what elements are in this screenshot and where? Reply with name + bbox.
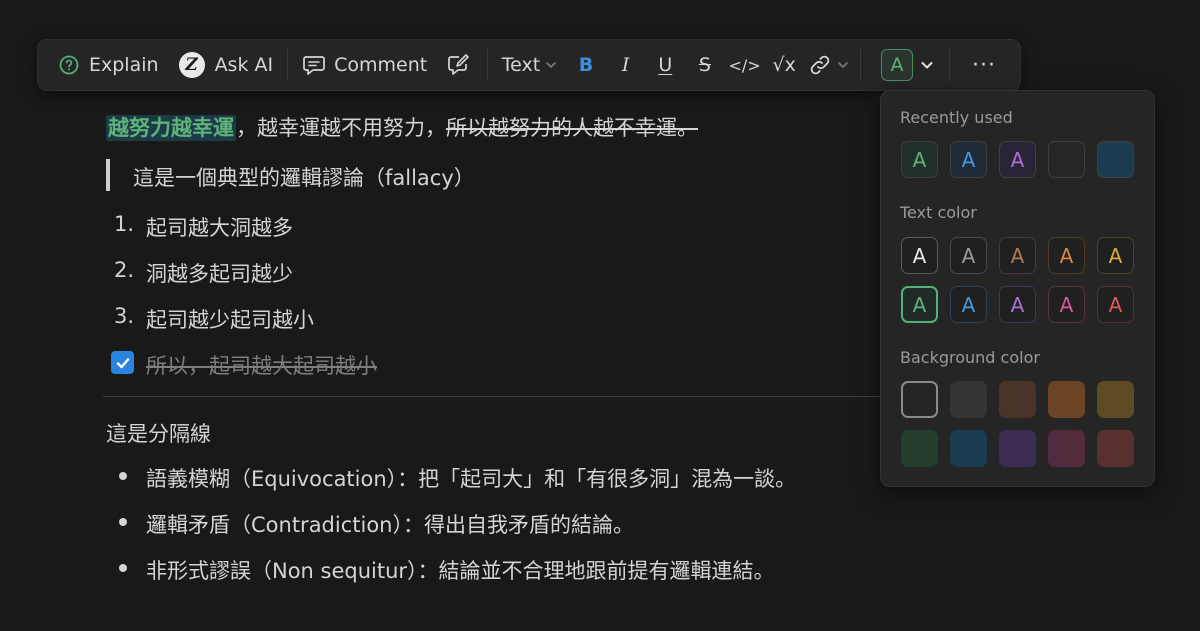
bullet-item-2[interactable]: 邏輯矛盾（Contradiction）：得出自我矛盾的結論。 <box>146 509 634 539</box>
recent-color-swatch[interactable] <box>1048 141 1085 178</box>
strikethrough-text[interactable]: 所以越努力的人越不幸運。 <box>446 116 698 140</box>
background-color-swatch[interactable] <box>901 430 938 467</box>
background-color-heading: Background color <box>900 348 1040 367</box>
bullet-item-1[interactable]: 語義模糊（Equivocation）：把「起司大」和「有很多洞」混為一談。 <box>146 463 796 493</box>
comment-label: Comment <box>334 54 428 76</box>
background-color-swatch[interactable] <box>1048 381 1085 418</box>
text-color-preview: A <box>880 49 913 81</box>
math-button[interactable]: √x <box>766 47 802 83</box>
text-color-swatch[interactable]: A <box>1048 286 1085 323</box>
ordered-list-item-2[interactable]: 洞越多起司越少 <box>146 258 293 288</box>
recent-color-swatch[interactable] <box>1097 141 1134 178</box>
recently-used-heading: Recently used <box>900 108 1013 127</box>
formatting-toolbar: Explain Z Ask AI Comment Text B I U S </… <box>37 39 1021 91</box>
background-color-swatch[interactable] <box>1097 381 1134 418</box>
background-color-swatch[interactable] <box>1097 430 1134 467</box>
ordered-list-item-3[interactable]: 起司越少起司越小 <box>146 304 314 334</box>
color-picker-menu: Recently used Text color Background colo… <box>880 90 1155 487</box>
recent-color-swatch[interactable]: A <box>901 141 938 178</box>
chevron-down-icon <box>921 62 933 69</box>
help-circle-icon <box>59 55 79 75</box>
text-type-label: Text <box>501 54 541 76</box>
comment-button[interactable]: Comment <box>296 47 433 83</box>
quote-bar <box>106 159 110 191</box>
background-color-swatch[interactable] <box>999 430 1036 467</box>
explain-button[interactable]: Explain <box>52 47 165 83</box>
paragraph-first-line[interactable]: 越努力越幸運，越幸運越不用努力，所以越努力的人越不幸運。 <box>106 112 698 142</box>
link-button[interactable] <box>804 47 854 83</box>
link-icon <box>810 55 830 75</box>
text-color-button[interactable]: A <box>877 47 939 83</box>
toolbar-divider <box>948 49 950 81</box>
todo-checkbox[interactable] <box>111 351 134 374</box>
chevron-down-icon <box>838 62 848 68</box>
text-type-dropdown[interactable]: Text <box>496 47 564 83</box>
italic-button[interactable]: I <box>608 47 644 83</box>
background-color-swatch[interactable] <box>999 381 1036 418</box>
edit-suggestion-button[interactable] <box>441 47 477 83</box>
background-color-swatch[interactable] <box>1048 430 1085 467</box>
ask-ai-label: Ask AI <box>214 54 274 76</box>
text-color-swatch[interactable]: A <box>1097 286 1134 323</box>
recent-color-swatch[interactable]: A <box>950 141 987 178</box>
text-color-swatch[interactable]: A <box>950 237 987 274</box>
background-color-swatch[interactable] <box>950 430 987 467</box>
code-button[interactable]: </> <box>727 47 763 83</box>
more-options-button[interactable]: ··· <box>958 47 1010 83</box>
todo-item-text[interactable]: 所以，起司越大起司越小 <box>146 350 377 380</box>
text-color-swatch[interactable]: A <box>999 286 1036 323</box>
toolbar-divider <box>859 49 861 81</box>
plain-text[interactable]: ，越幸運越不用努力， <box>236 116 446 140</box>
bullet-dot <box>119 472 127 480</box>
list-number-3: 3. <box>114 304 135 328</box>
highlighted-text[interactable]: 越努力越幸運 <box>106 115 236 141</box>
list-number-2: 2. <box>114 258 135 282</box>
chevron-down-icon <box>546 62 557 68</box>
strikethrough-button[interactable]: S <box>687 47 723 83</box>
text-color-swatch[interactable]: A <box>999 237 1036 274</box>
text-color-swatch[interactable]: A <box>901 286 938 323</box>
text-color-swatch[interactable]: A <box>1048 237 1085 274</box>
recent-color-swatch[interactable]: A <box>999 141 1036 178</box>
text-color-swatch[interactable]: A <box>950 286 987 323</box>
pencil-box-icon <box>448 54 469 75</box>
list-number-1: 1. <box>114 212 135 236</box>
bullet-dot <box>119 518 127 526</box>
divider-line <box>103 396 893 397</box>
text-color-swatch[interactable]: A <box>1097 237 1134 274</box>
text-color-swatch[interactable]: A <box>901 237 938 274</box>
background-color-swatch[interactable] <box>950 381 987 418</box>
ask-ai-button[interactable]: Z Ask AI <box>173 47 280 83</box>
ordered-list-item-1[interactable]: 起司越大洞越多 <box>146 212 293 242</box>
underline-button[interactable]: U <box>647 47 683 83</box>
paragraph-divider-note[interactable]: 這是分隔線 <box>106 418 211 448</box>
bullet-item-3[interactable]: 非形式謬誤（Non sequitur）：結論並不合理地跟前提有邏輯連結。 <box>146 555 775 585</box>
toolbar-divider <box>287 49 289 81</box>
explain-label: Explain <box>89 54 159 76</box>
background-color-swatch[interactable] <box>901 381 938 418</box>
text-color-heading: Text color <box>900 203 977 222</box>
comment-icon <box>303 56 325 75</box>
toolbar-divider <box>486 49 488 81</box>
ai-face-icon: Z <box>178 52 205 78</box>
checkmark-icon <box>116 357 129 368</box>
quote-block[interactable]: 這是一個典型的邏輯謬論（fallacy） <box>133 162 475 192</box>
bullet-dot <box>119 564 127 572</box>
bold-button[interactable]: B <box>568 47 604 83</box>
